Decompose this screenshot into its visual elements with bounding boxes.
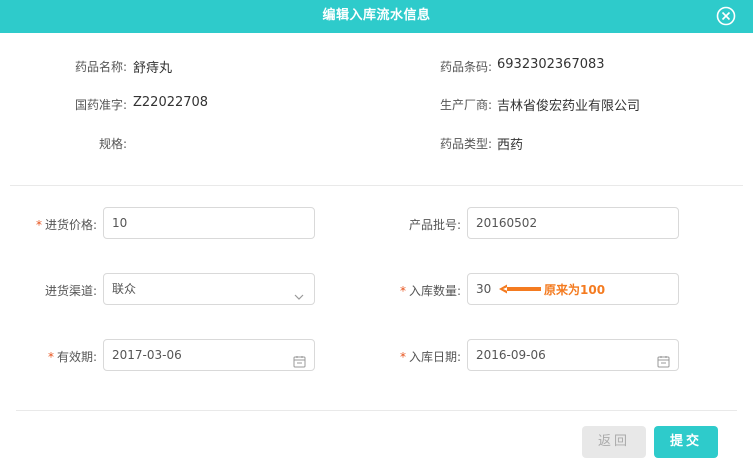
required-mark: *: [35, 218, 42, 232]
edit-stock-dialog: 编辑入库流水信息 药品名称: 舒痔丸 药品条码: 6932302367083 国…: [0, 0, 753, 471]
price-input[interactable]: 10: [103, 207, 315, 239]
drug-name-value: 舒痔丸: [133, 61, 173, 76]
batch-input[interactable]: 20160502: [467, 207, 679, 239]
spec-label: 规格:: [98, 137, 127, 151]
drug-type-value: 西药: [497, 138, 524, 153]
channel-select-value: 联众: [112, 282, 137, 296]
required-mark: *: [399, 350, 406, 364]
quantity-input-value: 30: [476, 282, 492, 296]
price-input-value: 10: [112, 216, 128, 230]
quantity-label: * 入库数量:: [399, 284, 461, 298]
submit-button[interactable]: 提交: [654, 426, 718, 458]
chevron-down-icon: [293, 284, 306, 300]
dialog-header: 编辑入库流水信息: [0, 0, 753, 33]
channel-label: 进货渠道:: [44, 284, 97, 298]
close-icon[interactable]: [716, 6, 736, 26]
price-label: * 进货价格:: [35, 218, 97, 232]
expiry-date-value: 2017-03-06: [112, 348, 182, 362]
required-mark: *: [47, 350, 54, 364]
manufacturer-value: 吉林省俊宏药业有限公司: [497, 99, 641, 114]
barcode-value: 6932302367083: [497, 57, 605, 72]
annotation-note: 原来为100: [544, 283, 606, 297]
expiry-label: * 有效期:: [47, 350, 97, 364]
expiry-date-picker[interactable]: 2017-03-06: [103, 339, 315, 371]
instock-date-label: * 入库日期:: [399, 350, 461, 364]
dialog-title: 编辑入库流水信息: [322, 8, 431, 23]
calendar-icon: [657, 349, 670, 368]
approval-number-label: 国药准字:: [74, 98, 127, 112]
batch-input-value: 20160502: [476, 216, 538, 230]
instock-date-picker[interactable]: 2016-09-06: [467, 339, 679, 371]
footer-divider: [16, 410, 737, 411]
section-divider: [10, 185, 743, 186]
manufacturer-label: 生产厂商:: [439, 98, 492, 112]
drug-name-label: 药品名称:: [74, 60, 127, 74]
batch-label: 产品批号:: [408, 218, 461, 232]
instock-date-value: 2016-09-06: [476, 348, 546, 362]
channel-select[interactable]: 联众: [103, 273, 315, 305]
annotation-arrow-icon: [499, 284, 541, 294]
required-mark: *: [399, 284, 406, 298]
back-button[interactable]: 返回: [582, 426, 646, 458]
drug-type-label: 药品类型:: [439, 137, 492, 151]
calendar-icon: [293, 349, 306, 368]
approval-number-value: Z22022708: [133, 95, 209, 110]
barcode-label: 药品条码:: [439, 60, 492, 74]
